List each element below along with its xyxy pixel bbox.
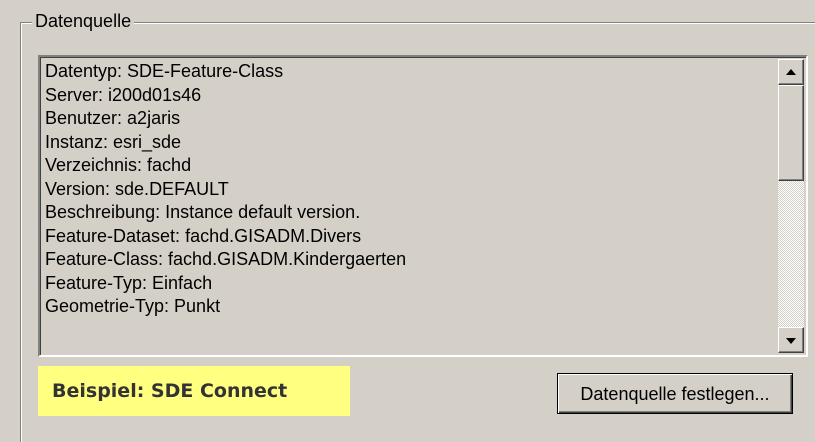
info-line-verzeichnis: Verzeichnis: fachd [45,155,192,175]
scroll-down-button[interactable] [778,327,804,353]
info-line-benutzer: Benutzer: a2jaris [45,108,181,128]
info-line-datentyp: Datentyp: SDE-Feature-Class [45,61,284,81]
example-label: Beispiel: SDE Connect [38,366,350,416]
info-line-feature-class: Feature-Class: fachd.GISADM.Kindergaerte… [45,249,407,269]
info-line-version: Version: sde.DEFAULT [45,178,229,199]
datasource-info-listbox[interactable]: Datentyp: SDE-Feature-Class Server: i200… [38,55,808,357]
vertical-scrollbar[interactable] [778,59,804,353]
arrow-up-icon [786,69,796,75]
info-line-feature-dataset: Feature-Dataset: fachd.GISADM.Divers [45,225,362,246]
datasource-info-lines: Datentyp: SDE-Feature-Class Server: i200… [45,60,776,319]
scrollbar-thumb[interactable] [778,85,804,181]
set-datasource-button[interactable]: Datenquelle festlegen... [557,373,793,414]
group-title: Datenquelle [32,10,135,32]
info-line-beschreibung: Beschreibung: Instance default version. [45,202,361,222]
info-line-server: Server: i200d01s46 [45,84,202,105]
info-line-instanz: Instanz: esri_sde [45,131,182,152]
info-line-feature-typ: Feature-Typ: Einfach [45,272,213,293]
arrow-down-icon [786,338,796,344]
info-line-geometrie-typ: Geometrie-Typ: Punkt [45,296,221,316]
scroll-up-button[interactable] [778,59,804,85]
